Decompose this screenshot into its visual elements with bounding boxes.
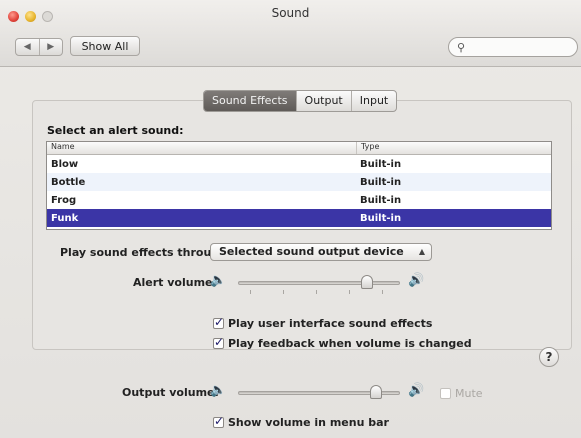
play-through-value: Selected sound output device (219, 245, 404, 258)
slider-tick (316, 290, 317, 294)
checkbox-box[interactable] (440, 388, 451, 399)
forward-arrow-icon[interactable]: ▶ (38, 39, 63, 55)
back-arrow-icon[interactable]: ◀ (16, 39, 39, 55)
back-forward-control: ◀ ▶ (15, 38, 63, 56)
output-volume-label: Output volume: (122, 386, 219, 399)
checkbox-box[interactable] (213, 414, 224, 428)
column-header-name[interactable]: Name (47, 142, 356, 154)
show-volume-label: Show volume in menu bar (228, 416, 389, 429)
feedback-label: Play feedback when volume is changed (228, 337, 472, 350)
ui-sounds-checkbox[interactable]: Play user interface sound effects (213, 315, 433, 330)
checkbox-box[interactable] (213, 335, 224, 349)
show-volume-checkbox[interactable]: Show volume in menu bar (213, 414, 389, 429)
sound-name: Blow (51, 158, 79, 170)
mute-label: Mute (455, 387, 483, 400)
list-item[interactable]: Blow Built-in (47, 155, 551, 173)
sound-name: Funk (51, 212, 79, 224)
list-item[interactable]: Frog Built-in (47, 191, 551, 209)
window-title: Sound (271, 6, 310, 20)
speaker-low-icon: 🔈 (210, 273, 227, 288)
slider-tick (382, 290, 383, 294)
list-item[interactable]: Bottle Built-in (47, 173, 551, 191)
feedback-checkbox[interactable]: Play feedback when volume is changed (213, 335, 472, 350)
show-all-button[interactable]: Show All (70, 36, 140, 56)
tab-sound-effects[interactable]: Sound Effects (204, 91, 296, 111)
speaker-low-icon: 🔈 (210, 383, 227, 398)
alert-sound-list[interactable]: Name Type Blow Built-in Bottle Built-in … (46, 141, 552, 230)
play-through-label: Play sound effects through: (60, 246, 232, 259)
sound-type: Built-in (360, 158, 402, 170)
alert-sound-heading: Select an alert sound: (47, 124, 184, 137)
help-button[interactable]: ? (539, 347, 559, 367)
sound-type: Built-in (360, 176, 402, 188)
tab-output[interactable]: Output (295, 91, 351, 111)
tab-bar: Sound Effects Output Input (203, 90, 398, 112)
mute-checkbox[interactable]: Mute (440, 387, 483, 400)
sound-name: Frog (51, 194, 77, 206)
list-header: Name Type (47, 142, 551, 155)
column-header-type[interactable]: Type (356, 142, 379, 154)
sound-preferences-window: Sound ◀ ▶ Show All ⚲ Sound Effects Outpu… (0, 0, 581, 438)
play-through-popup[interactable]: Selected sound output device ▲ (210, 243, 432, 261)
sound-type: Built-in (360, 194, 402, 206)
list-item-selected[interactable]: Funk Built-in (47, 209, 551, 227)
speaker-high-icon: 🔊 (408, 273, 425, 288)
search-icon: ⚲ (457, 41, 466, 54)
alert-volume-label: Alert volume: (133, 276, 217, 289)
sound-name: Bottle (51, 176, 86, 188)
popup-arrows-icon: ▲ (418, 247, 425, 256)
title-bar: Sound ◀ ▶ Show All ⚲ (0, 0, 581, 67)
slider-tick (283, 290, 284, 294)
alert-volume-knob[interactable] (361, 275, 373, 289)
output-volume-knob[interactable] (370, 385, 382, 399)
slider-tick (250, 290, 251, 294)
slider-tick (349, 290, 350, 294)
speaker-high-icon: 🔊 (408, 383, 425, 398)
checkbox-box[interactable] (213, 315, 224, 329)
sound-type: Built-in (360, 212, 402, 224)
ui-sounds-label: Play user interface sound effects (228, 317, 433, 330)
search-field[interactable]: ⚲ (448, 37, 578, 57)
alert-volume-track[interactable] (238, 281, 400, 285)
tab-input[interactable]: Input (350, 91, 396, 111)
